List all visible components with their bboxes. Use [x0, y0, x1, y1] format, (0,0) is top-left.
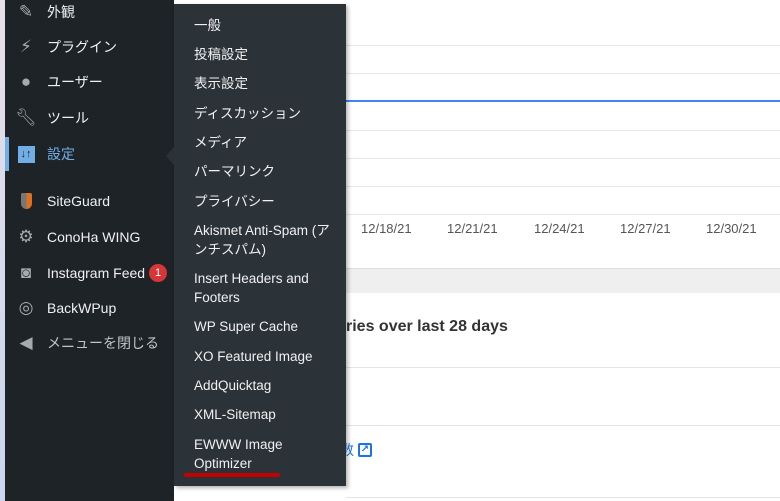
chart-series-line [346, 100, 780, 102]
x-tick-label: 12/24/21 [534, 221, 585, 236]
x-tick-label: 12/27/21 [620, 221, 671, 236]
active-indicator [5, 137, 9, 171]
collapse-menu-button[interactable]: ◀ メニューを閉じる [5, 326, 174, 360]
submenu-item-writing[interactable]: 投稿設定 [194, 45, 339, 64]
sidebar-item-instagram-feed[interactable]: ◙ Instagram Feed 1 [5, 256, 174, 290]
sidebar-item-conoha[interactable]: ⚙ ConoHa WING [5, 220, 174, 254]
divider [346, 425, 780, 426]
notification-badge: 1 [149, 264, 168, 282]
sidebar-item-users[interactable]: ● ユーザー [5, 65, 174, 99]
sidebar-item-siteguard[interactable]: SiteGuard [5, 184, 174, 218]
chart-gridline [346, 45, 780, 46]
chart-gridline [346, 186, 780, 187]
chart-gridline [346, 214, 780, 215]
user-icon: ● [20, 72, 32, 91]
submenu-item-ewww-image-optimizer[interactable]: EWWW Image Optimizer [194, 435, 304, 473]
submenu-item-xml-sitemap[interactable]: XML-Sitemap [194, 405, 339, 424]
submenu-item-addquicktag[interactable]: AddQuicktag [194, 376, 339, 395]
x-tick-label: 12/18/21 [361, 221, 412, 236]
chart-gridline [346, 130, 780, 131]
wrench-icon: 🔧︎ [15, 108, 37, 127]
admin-sidebar: ✎ 外観 ⚡ プラグイン ● ユーザー 🔧︎ ツール ↓↑ 設定 SiteGuard ⚙ C… [5, 0, 174, 501]
divider [346, 497, 780, 498]
sidebar-item-plugins[interactable]: ⚡ プラグイン [5, 30, 174, 64]
gear-icon: ⚙ [18, 227, 34, 246]
submenu-item-privacy[interactable]: プライバシー [194, 192, 339, 211]
chart-gridline [346, 73, 780, 74]
x-tick-label: 12/21/21 [447, 221, 498, 236]
sidebar-item-tools[interactable]: 🔧︎ ツール [5, 101, 174, 135]
submenu-item-media[interactable]: メディア [194, 133, 339, 152]
section-divider [346, 268, 780, 293]
external-link-icon: ↗ [358, 443, 372, 457]
highlight-underline [184, 473, 280, 477]
paintbrush-icon: ✎ [18, 2, 34, 21]
submenu-item-wp-super-cache[interactable]: WP Super Cache [194, 317, 339, 336]
chart-gridline [346, 158, 780, 159]
plugin-icon: ⚡ [20, 37, 32, 56]
submenu-item-akismet[interactable]: Akismet Anti-Spam (アンチスパム) [194, 221, 339, 259]
submenu-item-general[interactable]: 一般 [194, 16, 339, 35]
settings-submenu: 一般 投稿設定 表示設定 ディスカッション メディア パーマリンク プライバシー… [174, 4, 346, 486]
sidebar-item-appearance[interactable]: ✎ 外観 [5, 0, 174, 29]
submenu-item-xo-featured-image[interactable]: XO Featured Image [194, 347, 339, 366]
submenu-item-permalinks[interactable]: パーマリンク [194, 162, 339, 181]
shield-icon [15, 190, 37, 212]
submenu-item-discussion[interactable]: ディスカッション [194, 104, 339, 123]
backup-icon: ◎ [18, 298, 34, 317]
sidebar-item-backwpup[interactable]: ◎ BackWPup [5, 291, 174, 325]
submenu-item-insert-headers-footers[interactable]: Insert Headers and Footers [194, 269, 339, 307]
flyout-pointer [166, 147, 174, 165]
sidebar-item-settings[interactable]: ↓↑ 設定 [5, 137, 174, 171]
divider [346, 367, 780, 368]
card-title: ries over last 28 days [346, 318, 508, 335]
camera-icon: ◙ [20, 263, 32, 282]
x-tick-label: 12/30/21 [706, 221, 757, 236]
collapse-icon: ◀ [19, 333, 33, 352]
settings-icon: ↓↑ [15, 143, 37, 165]
submenu-item-reading[interactable]: 表示設定 [194, 74, 339, 93]
